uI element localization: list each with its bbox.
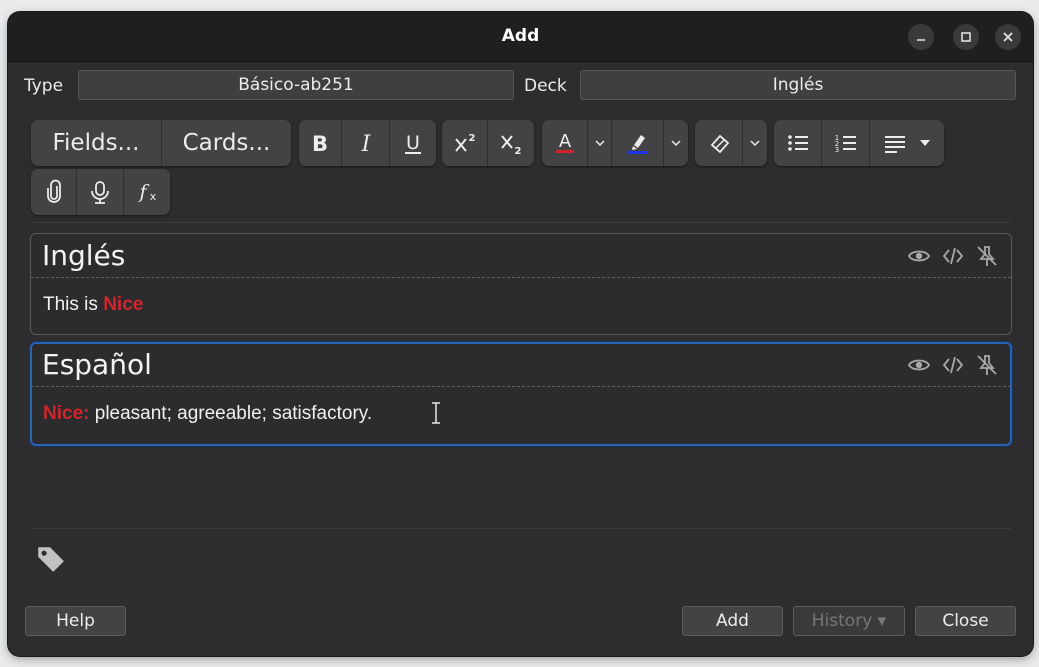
type-label: Type — [24, 76, 64, 96]
deck-selector[interactable]: Inglés — [580, 70, 1016, 100]
field-header: Inglés — [31, 234, 1011, 278]
highlighted-word: Nice: — [43, 403, 90, 424]
field-content[interactable]: Nice: pleasant; agreeable; satisfactory. — [43, 403, 372, 425]
close-icon — [1003, 32, 1013, 42]
underline-icon: U — [405, 132, 421, 154]
svg-text:U: U — [406, 132, 420, 154]
fields-button[interactable]: Fields... — [31, 120, 162, 166]
window-close-button[interactable] — [995, 24, 1021, 50]
maximize-icon — [961, 32, 971, 42]
italic-icon: I — [360, 132, 371, 156]
underline-button[interactable]: U — [390, 120, 436, 166]
numbered-list-button[interactable]: 123 — [822, 120, 870, 166]
bold-button[interactable]: B — [299, 120, 342, 166]
add-button[interactable]: Add — [682, 606, 783, 636]
chevron-down-icon — [750, 140, 760, 147]
numbered-list-icon: 123 — [834, 134, 856, 154]
field-icons — [907, 353, 999, 377]
html-editor-icon[interactable] — [941, 244, 965, 268]
pin-icon[interactable] — [975, 244, 999, 268]
type-selector[interactable]: Básico-ab251 — [78, 70, 514, 100]
eraser-group — [695, 120, 767, 166]
field-icons — [907, 244, 999, 268]
highlighter-icon — [627, 135, 648, 154]
field-content[interactable]: This is Nice — [43, 294, 143, 316]
function-icon: fx — [137, 181, 157, 203]
minimize-icon — [917, 39, 925, 41]
subscript-button[interactable]: 2 — [488, 120, 534, 166]
field-text: This is — [43, 294, 104, 315]
alignment-button[interactable] — [870, 120, 944, 166]
eye-icon[interactable] — [907, 244, 931, 268]
equation-button[interactable]: fx — [124, 169, 170, 215]
format-group: B I U — [299, 120, 436, 166]
help-button[interactable]: Help — [25, 606, 126, 636]
highlighted-word: Nice — [103, 294, 144, 315]
history-button[interactable]: History ▾ — [793, 606, 905, 636]
pin-icon[interactable] — [975, 353, 999, 377]
highlight-color-dropdown[interactable] — [664, 120, 688, 166]
attach-button[interactable] — [31, 169, 77, 215]
title-bar: Add — [8, 12, 1033, 62]
superscript-icon: 2 — [454, 133, 475, 152]
svg-text:f: f — [137, 181, 149, 203]
record-audio-button[interactable] — [77, 169, 124, 215]
bullet-list-button[interactable] — [774, 120, 822, 166]
subscript-icon: 2 — [501, 135, 522, 156]
toolbar-divider — [30, 222, 1011, 223]
chevron-down-icon — [594, 140, 605, 147]
field-espanol: Español Nice: pleasant; agreeable; satis… — [30, 342, 1012, 446]
field-header: Español — [31, 343, 1011, 387]
tag-editor[interactable] — [35, 543, 65, 577]
text-color-button[interactable]: A — [542, 120, 588, 166]
svg-text:2: 2 — [468, 133, 475, 144]
close-button[interactable]: Close — [915, 606, 1016, 636]
window-title: Add — [501, 26, 540, 46]
minimize-button[interactable] — [908, 24, 934, 50]
caret-down-icon — [920, 140, 930, 146]
italic-button[interactable]: I — [342, 120, 390, 166]
deck-label: Deck — [524, 76, 567, 96]
paperclip-icon — [46, 179, 61, 203]
fields-cards-group: Fields... Cards... — [31, 120, 291, 166]
field-ingles: Inglés This is Nice — [30, 233, 1012, 335]
svg-text:B: B — [312, 132, 328, 156]
clear-formatting-button[interactable] — [695, 120, 743, 166]
eraser-icon — [710, 134, 729, 154]
superscript-button[interactable]: 2 — [442, 120, 488, 166]
eye-icon[interactable] — [907, 353, 931, 377]
tags-divider — [30, 528, 1011, 529]
text-color-dropdown[interactable] — [588, 120, 612, 166]
svg-text:3: 3 — [834, 146, 838, 154]
maximize-button[interactable] — [953, 24, 979, 50]
field-text-suffix: pleasant; agreeable; satisfactory. — [89, 403, 373, 424]
tag-icon — [38, 547, 64, 572]
list-group: 123 — [774, 120, 944, 166]
html-editor-icon[interactable] — [941, 353, 965, 377]
bold-icon: B — [312, 132, 328, 156]
cards-button[interactable]: Cards... — [162, 120, 291, 166]
align-left-icon — [885, 136, 905, 153]
text-cursor-icon — [432, 402, 440, 424]
bullet-list-icon — [787, 135, 808, 151]
field-name: Español — [42, 348, 152, 381]
highlight-color-button[interactable] — [612, 120, 664, 166]
text-color-icon: A — [555, 131, 574, 153]
script-group: 2 2 — [442, 120, 534, 166]
add-dialog: Add Type Básico-ab251 Deck Inglés Fields… — [8, 12, 1033, 656]
color-group: A — [542, 120, 688, 166]
chevron-down-icon — [671, 140, 681, 147]
field-name: Inglés — [42, 239, 126, 272]
media-group: fx — [31, 169, 170, 215]
svg-text:2: 2 — [515, 146, 522, 156]
svg-text:A: A — [558, 131, 571, 152]
svg-text:x: x — [150, 190, 157, 203]
microphone-icon — [91, 181, 109, 204]
clear-formatting-dropdown[interactable] — [743, 120, 767, 166]
svg-text:I: I — [360, 132, 371, 156]
